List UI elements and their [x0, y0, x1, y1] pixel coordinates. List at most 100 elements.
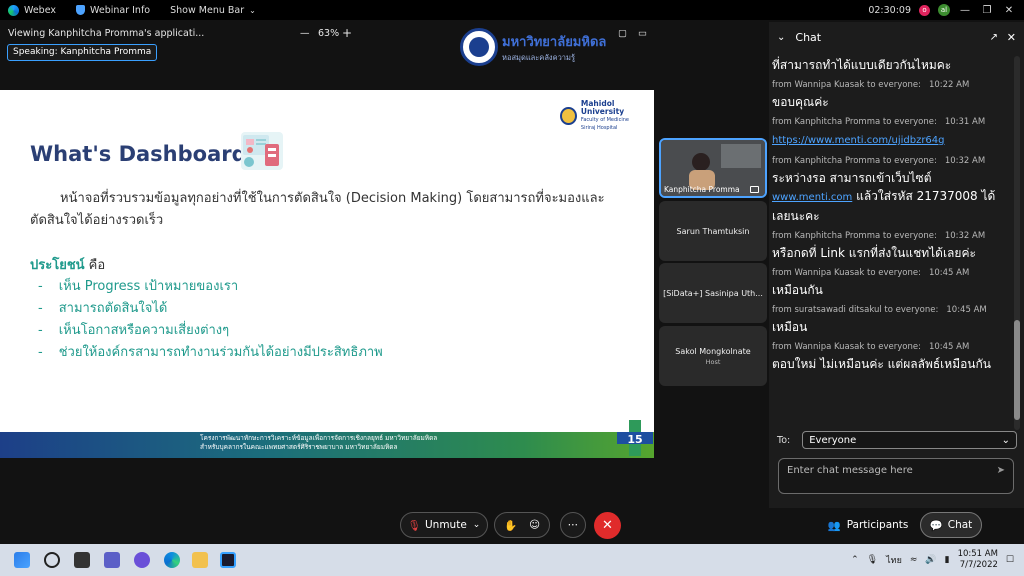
- list-item: - สามารถตัดสินใจได้: [38, 301, 168, 316]
- meeting-timer: 02:30:09: [868, 4, 911, 16]
- list-item: - เห็น Progress เป้าหมายของเรา: [38, 279, 239, 294]
- chat-message-list: ที่สามารถทำได้แบบเดียวกันไหมคะ from Wann…: [772, 56, 1010, 426]
- clock-date: 7/7/2022: [959, 560, 998, 570]
- teams-chat-icon[interactable]: [104, 552, 120, 568]
- svg-text:15: 15: [627, 433, 642, 446]
- chat-message-text: หรือกดที่ Link แรกที่ส่งในแชทได้เลยค่ะ: [772, 246, 976, 260]
- host-label: Host: [705, 357, 721, 366]
- close-icon: ✕: [602, 518, 613, 533]
- chat-title: Chat: [795, 30, 822, 44]
- muted-mic-icon: 🎙: [407, 519, 421, 532]
- scroll-thumb[interactable]: [1014, 320, 1020, 420]
- chat-message-text: ที่สามารถทำได้แบบเดียวกันไหมคะ: [772, 58, 952, 72]
- send-icon[interactable]: ➤: [997, 465, 1005, 476]
- zoom-in-icon[interactable]: +: [342, 26, 352, 40]
- user-avatar[interactable]: al: [938, 4, 950, 16]
- participant-tile[interactable]: Sarun Thamtuksin: [659, 201, 767, 261]
- recording-badge[interactable]: o: [919, 4, 930, 16]
- university-name: มหาวิทยาลัยมหิดล: [502, 34, 607, 50]
- popout-icon[interactable]: ▭: [638, 28, 647, 39]
- clock[interactable]: 10:51 AM 7/7/2022: [958, 549, 998, 571]
- notification-icon[interactable]: ☐: [1006, 555, 1014, 565]
- media-app-icon[interactable]: [134, 552, 150, 568]
- task-view-icon[interactable]: [74, 552, 90, 568]
- chat-message-input[interactable]: Enter chat message here ➤: [778, 458, 1014, 494]
- app-title: Webex: [24, 4, 57, 16]
- chat-message-link[interactable]: www.menti.com: [772, 192, 852, 203]
- restore-icon[interactable]: ❐: [980, 5, 994, 16]
- chat-message-meta: from Kanphitcha Promma to everyone: 10:32…: [772, 156, 986, 166]
- system-tray: ⌃ 🎙 ไทย ≈ 🔊 ▮ 10:51 AM 7/7/2022 ☐: [851, 544, 1014, 576]
- chat-message-text: ขอบคุณค่ะ: [772, 95, 829, 109]
- window-title-bar: Webex Webinar Info Show Menu Bar ⌄ 02:30…: [0, 0, 1024, 20]
- collapse-chevron-icon[interactable]: ⌄: [777, 32, 785, 43]
- participant-name: Kanphitcha Promma: [664, 185, 740, 194]
- clock-time: 10:51 AM: [957, 549, 998, 559]
- recipient-select[interactable]: Everyone ⌄: [802, 431, 1017, 449]
- chat-message-meta: from Wannipa Kuasak to everyone: 10:45 AM: [772, 342, 970, 352]
- benefit-suffix: คือ: [84, 258, 106, 273]
- recipient-row: To: Everyone ⌄: [777, 430, 1017, 450]
- close-icon[interactable]: ✕: [1002, 5, 1016, 16]
- chevron-up-icon[interactable]: ⌃: [851, 555, 859, 565]
- popout-icon[interactable]: ↗: [990, 32, 998, 43]
- participants-button[interactable]: 👥 Participants: [822, 512, 914, 538]
- meeting-controls: 🎙 Unmute ⌄ ✋ ☺ ⋯ ✕ 👥 Participants 💬 Chat: [0, 508, 1024, 544]
- chat-message-link[interactable]: https://www.menti.com/ujidbzr64g: [772, 135, 945, 146]
- battery-icon[interactable]: ▮: [945, 555, 950, 565]
- chat-message-meta: from Wannipa Kuasak to everyone: 10:45 AM: [772, 268, 970, 278]
- active-speaker-label: Speaking: Kanphitcha Promma: [7, 44, 158, 61]
- chat-button[interactable]: 💬 Chat: [920, 512, 982, 538]
- chevron-down-icon: ⌄: [472, 520, 481, 530]
- show-menu-label: Show Menu Bar: [170, 4, 245, 16]
- language-indicator[interactable]: ไทย: [886, 553, 902, 567]
- wifi-icon[interactable]: ≈: [910, 555, 918, 565]
- unmute-button[interactable]: 🎙 Unmute ⌄: [400, 512, 488, 538]
- more-icon: ⋯: [567, 519, 579, 531]
- chat-header: ⌄ Chat ↗ ✕: [769, 22, 1024, 52]
- edge-browser-icon[interactable]: [164, 552, 180, 568]
- zoom-out-icon[interactable]: —: [300, 28, 310, 39]
- chevron-down-icon: ⌄: [249, 5, 256, 15]
- reactions-group: ✋ ☺: [494, 512, 550, 538]
- slide-logo-sub2: Siriraj Hospital: [580, 125, 618, 131]
- chat-scrollbar[interactable]: [1014, 56, 1020, 430]
- participant-tile-video[interactable]: Kanphitcha Promma: [659, 138, 767, 198]
- raise-hand-icon[interactable]: ✋: [504, 519, 517, 532]
- chat-message-meta: from Wannipa Kuasak to everyone: 10:22 AM: [772, 80, 970, 90]
- people-icon: 👥: [827, 519, 841, 532]
- start-windows-icon[interactable]: [14, 552, 30, 568]
- more-options-button[interactable]: ⋯: [560, 512, 586, 538]
- fullscreen-icon[interactable]: ▢: [618, 28, 627, 39]
- search-icon[interactable]: [44, 552, 60, 568]
- webinar-info-button[interactable]: Webinar Info: [76, 5, 150, 16]
- speaker-icon[interactable]: 🔊: [925, 555, 936, 565]
- slide-logo-sub1: Faculty of Medicine: [580, 117, 629, 123]
- chat-message-text: เหมือน: [772, 320, 808, 334]
- participant-tile-host[interactable]: Sakol Mongkolnate Host: [659, 326, 767, 386]
- participants-label: Participants: [846, 519, 909, 531]
- shared-slide: Mahidol University Faculty of Medicine S…: [0, 90, 654, 458]
- chat-panel: ⌄ Chat ↗ ✕ ที่สามารถทำได้แบบเดียวกันไหมค…: [769, 22, 1024, 508]
- participant-tile[interactable]: [SiData+] Sasinipa Uth...: [659, 263, 767, 323]
- chat-message-meta: from suratsawadi ditsakul to everyone: 10…: [772, 305, 987, 315]
- webinar-info-label: Webinar Info: [90, 4, 151, 16]
- microphone-icon[interactable]: 🎙: [867, 555, 878, 565]
- participant-name: Sarun Thamtuksin: [676, 226, 750, 236]
- mahidol-header-logo: มหาวิทยาลัยมหิดล หอสมุดและคลังความรู้: [460, 28, 606, 66]
- file-explorer-icon[interactable]: [192, 552, 208, 568]
- show-menu-bar-button[interactable]: Show Menu Bar ⌄: [170, 5, 256, 16]
- emoji-icon[interactable]: ☺: [529, 519, 540, 531]
- close-icon[interactable]: ✕: [1007, 31, 1016, 44]
- minimize-icon[interactable]: —: [958, 5, 972, 16]
- benefit-label: ประโยชน์: [30, 258, 85, 273]
- footer-line-1: โครงการพัฒนาทักษะการวิเคราะห์ข้อมูลเพื่อ…: [200, 434, 438, 442]
- webex-taskbar-icon[interactable]: [220, 552, 236, 568]
- leave-meeting-button[interactable]: ✕: [594, 512, 621, 539]
- footer-line-2: สำหรับบุคลากรในคณะแพทยศาสตร์ศิริราชพยาบา…: [200, 443, 398, 451]
- list-item: - ช่วยให้องค์กรสามารถทำงานร่วมกันได้อย่าง…: [38, 345, 383, 360]
- webex-logo-icon: [8, 4, 19, 16]
- chat-message-meta: from Kanphitcha Promma to everyone: 10:31…: [772, 117, 986, 127]
- chevron-down-icon: ⌄: [1001, 434, 1010, 446]
- to-label: To:: [777, 434, 791, 446]
